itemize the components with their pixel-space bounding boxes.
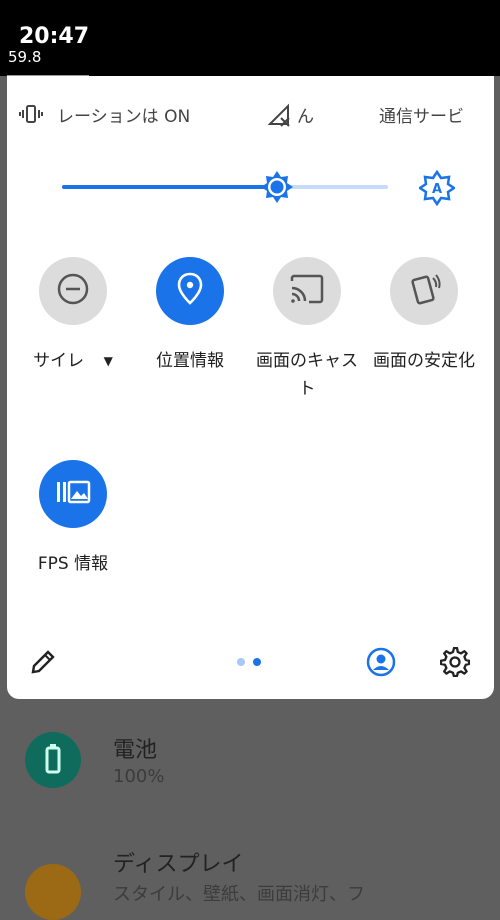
chevron-down-icon[interactable]: ▼ bbox=[104, 347, 113, 375]
svg-text:A: A bbox=[432, 182, 442, 197]
tile-silent[interactable]: サイレ ▼ bbox=[18, 257, 128, 375]
quick-settings-panel: レーションは ON ん 通信サービ A サイレ ▼ 位置情報 画面のキャスト 画… bbox=[7, 76, 494, 699]
display-icon bbox=[25, 864, 81, 920]
display-subtitle: スタイル、壁紙、画面消灯、フ bbox=[113, 884, 365, 905]
brightness-fill bbox=[62, 185, 277, 189]
sun-icon[interactable] bbox=[260, 170, 294, 208]
tile-fps-info[interactable]: FPS 情報 bbox=[18, 460, 128, 578]
tile-silent-label: サイレ bbox=[33, 351, 85, 371]
user-account-icon[interactable] bbox=[366, 647, 396, 681]
location-pin-icon bbox=[175, 272, 205, 310]
status-bar: 20:47 59.8 bbox=[0, 0, 500, 76]
tile-screen-cast[interactable]: 画面のキャスト bbox=[252, 257, 362, 403]
tile-location[interactable]: 位置情報 bbox=[135, 257, 245, 375]
carrier-label: 通信サービ bbox=[379, 107, 464, 127]
signal-off-icon bbox=[267, 102, 293, 132]
settings-list-background: 電池 100% ディスプレイ スタイル、壁紙、画面消灯、フ bbox=[0, 700, 500, 920]
brightness-slider[interactable] bbox=[62, 171, 392, 203]
fps-readout: 59.8 bbox=[8, 48, 42, 66]
page-indicator bbox=[237, 657, 267, 667]
battery-title: 電池 bbox=[113, 738, 158, 763]
vibration-label: レーションは ON bbox=[57, 107, 191, 127]
tile-screen-cast-label: 画面のキャスト bbox=[256, 351, 358, 399]
display-title: ディスプレイ bbox=[113, 852, 244, 877]
battery-icon bbox=[25, 732, 81, 788]
tile-stabilization-circle[interactable] bbox=[390, 257, 458, 325]
header-tile-vibration[interactable]: レーションは ON bbox=[19, 100, 219, 130]
settings-gear-icon[interactable] bbox=[439, 646, 471, 681]
mobile-data-label: ん bbox=[297, 107, 314, 127]
stabilization-icon bbox=[407, 272, 441, 310]
header-tile-mobile-data[interactable]: ん bbox=[267, 100, 347, 130]
do-not-disturb-icon bbox=[56, 272, 90, 310]
tile-fps-circle[interactable] bbox=[39, 460, 107, 528]
battery-subtitle: 100% bbox=[113, 766, 165, 787]
auto-brightness-icon[interactable]: A bbox=[417, 169, 457, 210]
fps-info-icon bbox=[55, 479, 91, 509]
tile-screen-cast-circle[interactable] bbox=[273, 257, 341, 325]
tile-screen-stabilization[interactable]: 画面の安定化 bbox=[369, 257, 479, 375]
tile-silent-circle[interactable] bbox=[39, 257, 107, 325]
page-dot-1 bbox=[237, 658, 245, 666]
tile-stabilization-label: 画面の安定化 bbox=[373, 351, 475, 371]
tile-location-circle[interactable] bbox=[156, 257, 224, 325]
vibration-icon bbox=[19, 102, 43, 130]
header-tile-carrier[interactable]: 通信サービ bbox=[379, 100, 489, 130]
page-dot-2 bbox=[253, 658, 261, 666]
edit-icon[interactable] bbox=[29, 648, 57, 680]
tile-location-label: 位置情報 bbox=[156, 351, 224, 371]
cast-icon bbox=[289, 274, 325, 308]
status-time: 20:47 bbox=[19, 24, 90, 49]
tile-fps-label: FPS 情報 bbox=[37, 554, 109, 574]
